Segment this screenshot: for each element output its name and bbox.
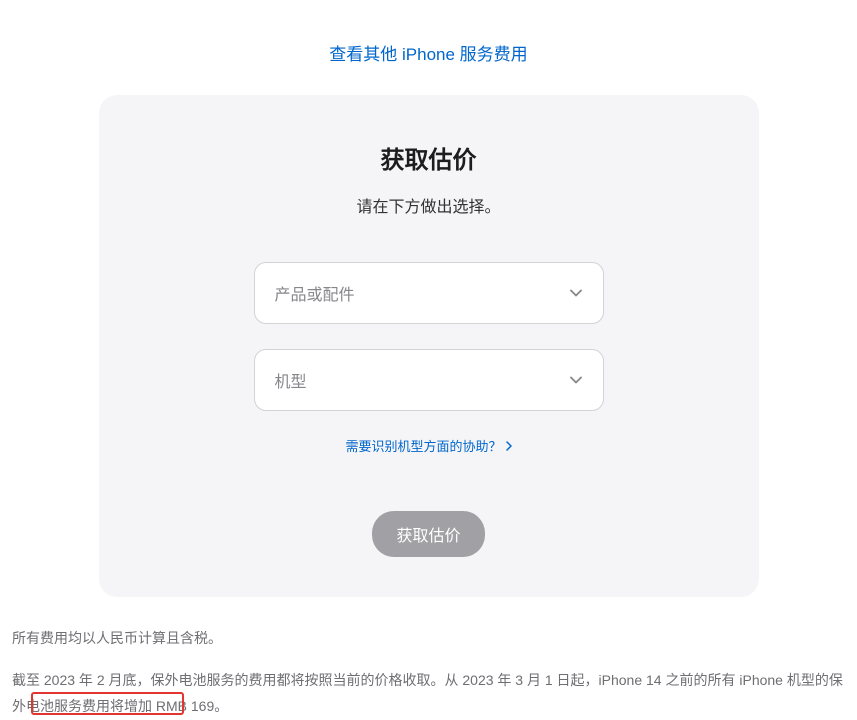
- help-link-text: 需要识别机型方面的协助？: [345, 436, 501, 455]
- page-title: 获取估价: [139, 140, 719, 175]
- footer-text: 所有费用均以人民币计算且含税。 截至 2023 年 2 月底，保外电池服务的费用…: [0, 625, 857, 720]
- get-estimate-button[interactable]: 获取估价: [372, 511, 484, 557]
- footer-line-1: 所有费用均以人民币计算且含税。: [12, 625, 845, 652]
- model-select-placeholder: 机型: [275, 368, 307, 392]
- chevron-down-icon: [569, 373, 583, 387]
- product-select-placeholder: 产品或配件: [275, 281, 355, 305]
- footer-line-2: 截至 2023 年 2 月底，保外电池服务的费用都将按照当前的价格收取。从 20…: [12, 667, 845, 720]
- model-select[interactable]: 机型: [254, 349, 604, 411]
- card-subtitle: 请在下方做出选择。: [139, 193, 719, 217]
- help-identify-model-link[interactable]: 需要识别机型方面的协助？: [345, 436, 511, 455]
- chevron-down-icon: [569, 286, 583, 300]
- product-select[interactable]: 产品或配件: [254, 262, 604, 324]
- estimate-card: 获取估价 请在下方做出选择。 产品或配件 机型 需要识别机型方面的协助？ 获取估…: [99, 95, 759, 597]
- chevron-right-icon: [506, 441, 512, 451]
- other-service-fee-link[interactable]: 查看其他 iPhone 服务费用: [329, 45, 527, 64]
